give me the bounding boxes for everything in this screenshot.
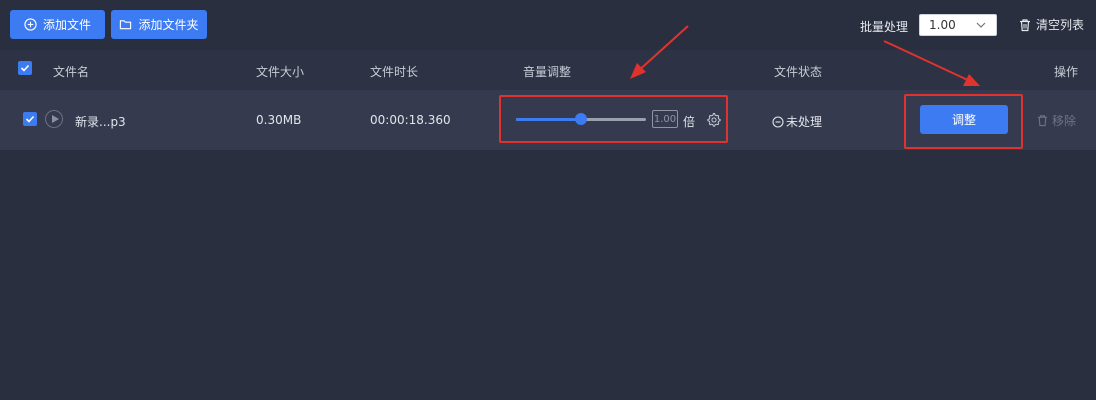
chevron-down-icon	[976, 22, 986, 28]
header-filename: 文件名	[53, 65, 90, 79]
trash-icon	[1037, 115, 1048, 127]
volume-slider-fill	[516, 118, 581, 121]
add-folder-button[interactable]: 添加文件夹	[111, 10, 207, 39]
table-header: 文件名 文件大小 文件时长 音量调整 文件状态 操作	[0, 50, 1096, 90]
row-checkbox[interactable]	[23, 112, 37, 126]
gear-icon[interactable]	[706, 112, 721, 127]
header-volume: 音量调整	[523, 65, 572, 79]
add-circle-icon	[24, 18, 37, 31]
volume-input[interactable]: 1.00	[652, 110, 678, 128]
volume-input-value: 1.00	[653, 113, 677, 125]
add-file-label: 添加文件	[42, 18, 91, 32]
toolbar: 添加文件 添加文件夹 批量处理 1.00 清空列表	[0, 0, 1096, 50]
remove-label: 移除	[1052, 114, 1077, 128]
play-button[interactable]	[45, 110, 63, 128]
trash-icon	[1020, 18, 1030, 31]
adjust-button[interactable]: 调整	[920, 105, 1008, 134]
row-status: 未处理	[772, 113, 822, 130]
batch-label: 批量处理	[860, 20, 909, 34]
row-size: 0.30MB	[256, 113, 302, 127]
check-icon	[20, 64, 30, 72]
remove-button[interactable]: 移除	[1036, 112, 1076, 129]
row-duration: 00:00:18.360	[370, 113, 451, 127]
select-all-checkbox[interactable]	[18, 61, 32, 75]
adjust-button-label: 调整	[951, 113, 976, 127]
clear-list-label: 清空列表	[1036, 18, 1085, 32]
volume-slider[interactable]	[516, 113, 646, 125]
check-icon	[25, 115, 35, 123]
batch-select-value: 1.00	[929, 18, 956, 32]
batch-select[interactable]: 1.00	[919, 14, 997, 36]
add-file-button[interactable]: 添加文件	[10, 10, 105, 39]
header-size: 文件大小	[256, 65, 305, 79]
row-status-label: 未处理	[786, 115, 823, 129]
add-folder-label: 添加文件夹	[138, 18, 199, 32]
volume-slider-thumb[interactable]	[575, 113, 587, 125]
header-action: 操作	[1054, 65, 1079, 79]
volume-unit: 倍	[683, 115, 696, 129]
play-icon	[51, 115, 59, 123]
row-filename: 新录...p3	[75, 115, 126, 129]
header-duration: 文件时长	[370, 65, 419, 79]
folder-icon	[120, 20, 132, 30]
minus-circle-icon	[772, 115, 784, 128]
clear-list-button[interactable]: 清空列表	[1018, 16, 1084, 33]
header-status: 文件状态	[774, 65, 823, 79]
